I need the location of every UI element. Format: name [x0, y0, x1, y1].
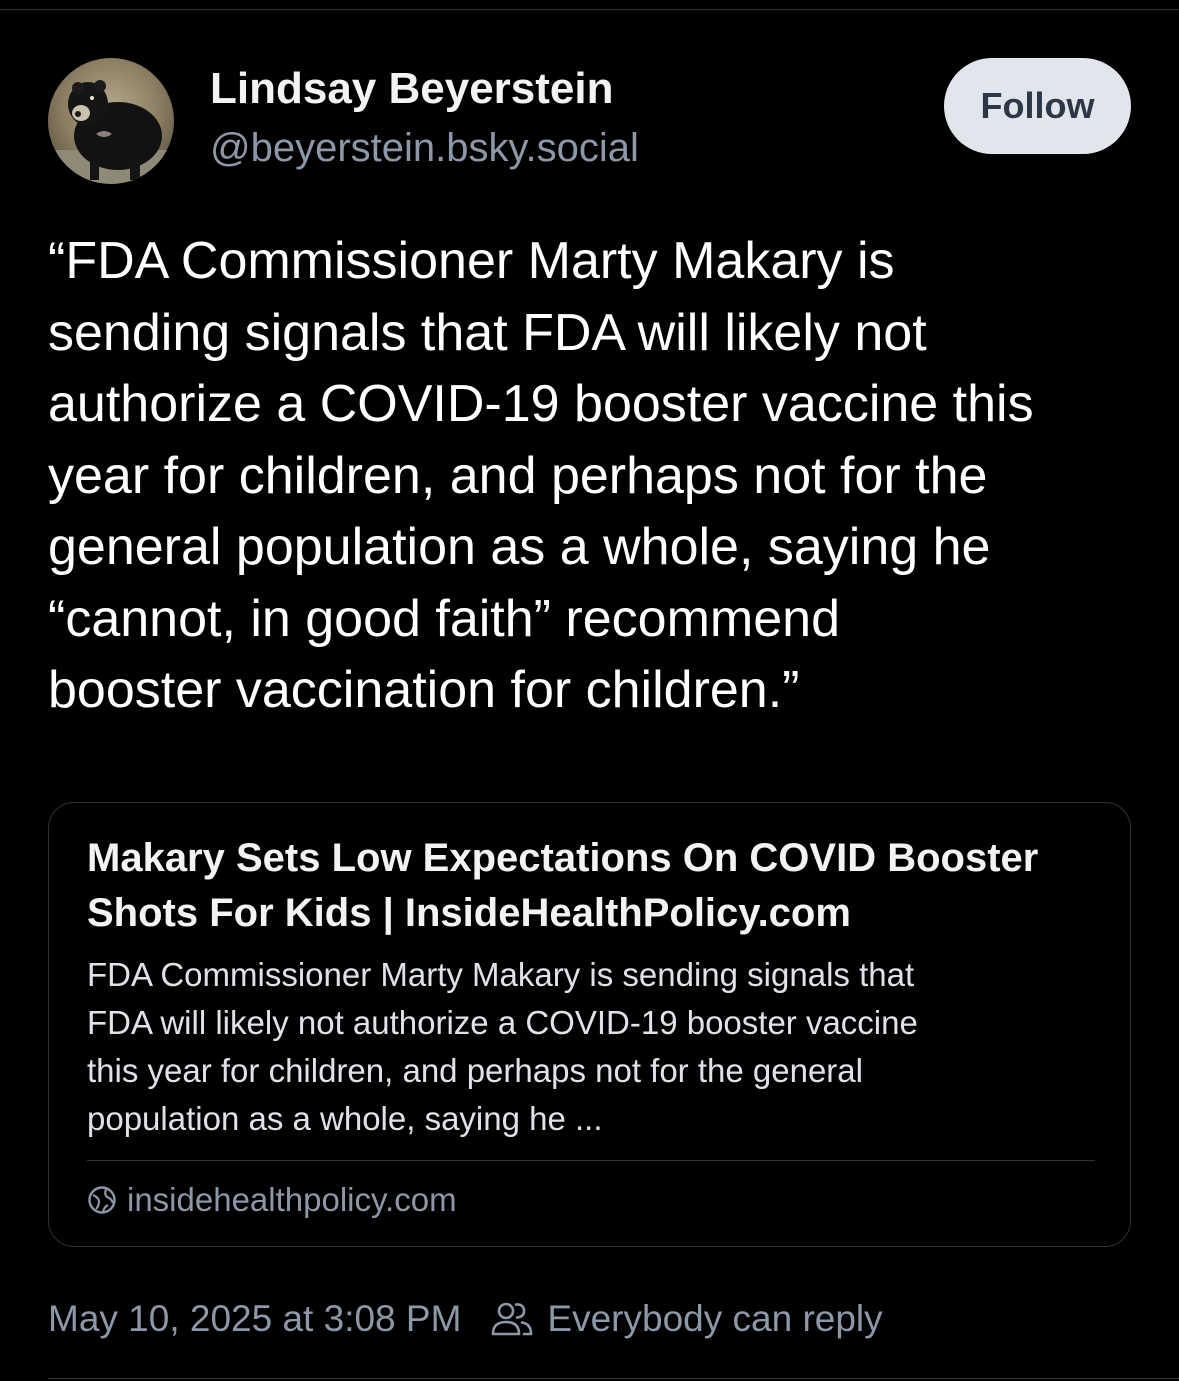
sloth-bear-avatar-icon	[48, 58, 174, 184]
link-card-description-line: this year for children, and perhaps not …	[87, 1052, 863, 1089]
link-card-description: FDA Commissioner Marty Makary is sending…	[87, 951, 1107, 1143]
author-handle[interactable]: @beyerstein.bsky.social	[210, 126, 639, 171]
globe-icon	[87, 1185, 117, 1215]
link-card-domain: insidehealthpolicy.com	[127, 1181, 457, 1218]
top-divider	[0, 0, 1179, 10]
follow-button[interactable]: Follow	[944, 58, 1131, 154]
link-card-description-line: population as a whole, saying he ...	[87, 1100, 603, 1137]
link-preview-card[interactable]: Makary Sets Low Expectations On COVID Bo…	[48, 802, 1131, 1247]
bottom-divider	[48, 1378, 1179, 1379]
post-text-line: “FDA Commissioner Marty Makary is	[48, 232, 895, 290]
post-text: “FDA Commissioner Marty Makary is sendin…	[48, 226, 1148, 727]
link-card-title-line: Shots For Kids | InsideHealthPolicy.com	[87, 891, 851, 935]
post-text-line: “cannot, in good faith” recommend	[48, 589, 840, 648]
link-card-description-line: FDA will likely not authorize a COVID-19…	[87, 1004, 918, 1041]
post-timestamp: May 10, 2025 at 3:08 PM	[48, 1298, 462, 1339]
link-card-domain-row: insidehealthpolicy.com	[87, 1181, 457, 1219]
reply-setting-label: Everybody can reply	[547, 1298, 883, 1339]
post-text-line: authorize a COVID-19 booster vaccine thi…	[48, 375, 1034, 433]
post-text-line: year for children, and perhaps not for t…	[48, 446, 988, 505]
link-card-title: Makary Sets Low Expectations On COVID Bo…	[87, 831, 1107, 941]
post-text-line: general population as a whole, saying he	[48, 518, 991, 576]
avatar[interactable]	[48, 58, 174, 184]
post-text-line: sending signals that FDA will likely not	[48, 303, 927, 362]
reply-setting[interactable]: Everybody can reply	[489, 1296, 883, 1342]
link-card-title-line: Makary Sets Low Expectations On COVID Bo…	[87, 836, 1039, 880]
link-card-divider	[87, 1160, 1095, 1161]
post-footer: May 10, 2025 at 3:08 PM Everybody can re…	[48, 1296, 883, 1342]
link-card-description-line: FDA Commissioner Marty Makary is sending…	[87, 956, 915, 993]
post-text-line: booster vaccination for children.”	[48, 661, 800, 719]
people-icon	[489, 1296, 535, 1342]
author-display-name[interactable]: Lindsay Beyerstein	[210, 64, 614, 114]
